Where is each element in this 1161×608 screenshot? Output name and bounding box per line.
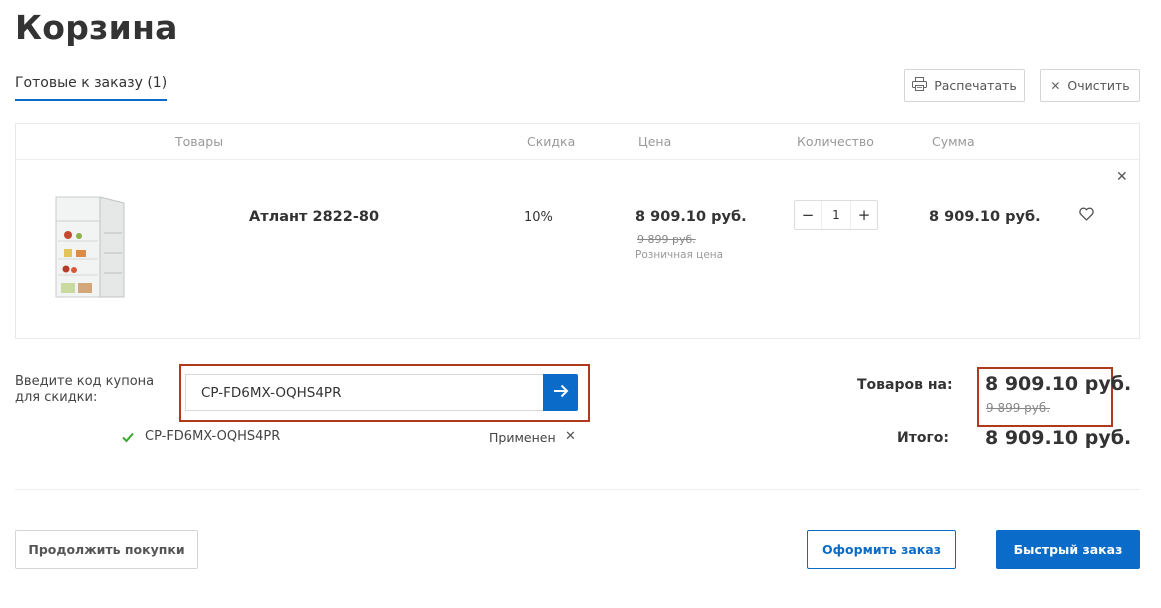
- total-value: 8 909.10 руб.: [985, 427, 1132, 449]
- total-label: Итого:: [897, 430, 949, 446]
- cart-table: [15, 123, 1140, 339]
- tab-ready-for-order[interactable]: Готовые к заказу (1): [15, 75, 168, 101]
- header-products: Товары: [175, 134, 224, 149]
- quantity-value[interactable]: 1: [821, 201, 851, 229]
- printer-icon: [912, 77, 928, 94]
- header-discount: Скидка: [527, 134, 576, 149]
- remove-coupon-close-icon[interactable]: ✕: [565, 429, 576, 444]
- product-discount: 10%: [524, 210, 553, 225]
- arrow-right-icon: [553, 383, 569, 402]
- goods-total-value: 8 909.10 руб.: [985, 373, 1132, 395]
- applied-coupon-code: CP-FD6MX-OQHS4PR: [145, 429, 281, 444]
- applied-coupon-status: Применен: [489, 430, 556, 445]
- print-button[interactable]: Распечатать: [904, 69, 1025, 102]
- goods-total-label: Товаров на:: [857, 377, 953, 393]
- quantity-increase-button[interactable]: +: [851, 201, 877, 229]
- product-image[interactable]: [50, 193, 128, 303]
- close-icon: ✕: [1050, 78, 1061, 93]
- page-title: Корзина: [15, 8, 178, 47]
- header-quantity: Количество: [797, 134, 874, 149]
- header-price: Цена: [638, 134, 672, 149]
- row-sum: 8 909.10 руб.: [929, 209, 1041, 225]
- price-type-note: Розничная цена: [635, 249, 724, 261]
- print-button-label: Распечатать: [934, 78, 1017, 93]
- product-name[interactable]: Атлант 2822-80: [249, 209, 379, 225]
- heart-icon[interactable]: [1079, 206, 1094, 225]
- coupon-submit-button[interactable]: [543, 374, 578, 411]
- footer-divider: [15, 489, 1140, 490]
- coupon-input[interactable]: [185, 374, 544, 411]
- clear-button-label: Очистить: [1067, 78, 1130, 93]
- clear-button[interactable]: ✕ Очистить: [1040, 69, 1140, 102]
- remove-item-close-icon[interactable]: ✕: [1116, 169, 1128, 185]
- table-header-divider: [16, 159, 1139, 160]
- quantity-stepper: − 1 +: [794, 200, 878, 230]
- header-sum: Сумма: [932, 134, 975, 149]
- quick-order-button[interactable]: Быстрый заказ: [996, 530, 1140, 569]
- checkout-button[interactable]: Оформить заказ: [807, 530, 956, 569]
- coupon-label: Введите код купона для скидки:: [15, 374, 155, 405]
- product-old-price: 9 899 руб.: [637, 233, 696, 246]
- product-price: 8 909.10 руб.: [635, 209, 747, 225]
- goods-total-old-value: 9 899 руб.: [986, 401, 1051, 415]
- continue-shopping-button[interactable]: Продолжить покупки: [15, 530, 198, 569]
- check-icon: [121, 429, 135, 448]
- quantity-decrease-button[interactable]: −: [795, 201, 821, 229]
